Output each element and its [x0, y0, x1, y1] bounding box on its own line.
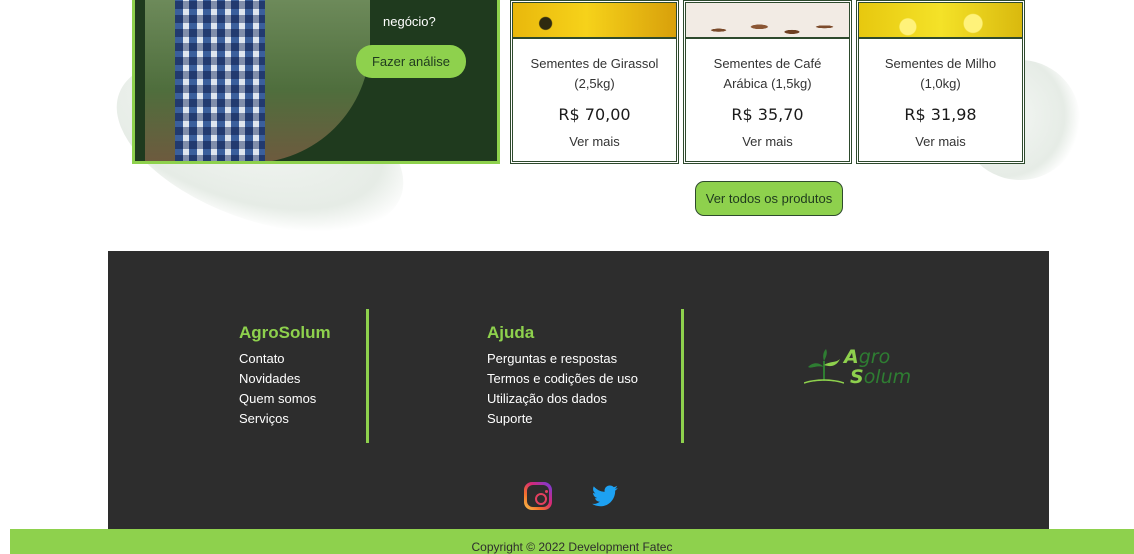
agrosolum-logo: Agro Solum	[804, 347, 934, 397]
footer-link-suporte[interactable]: Suporte	[487, 409, 638, 429]
product-price: R$ 35,70	[731, 105, 804, 124]
see-more-link[interactable]: Ver mais	[686, 134, 849, 149]
logo-initial-s: S	[850, 366, 864, 388]
view-all-products-button[interactable]: Ver todos os produtos	[695, 181, 843, 216]
coffee-image	[686, 3, 849, 39]
logo-text-gro: gro	[858, 346, 891, 368]
instagram-icon[interactable]	[524, 482, 552, 510]
see-more-link[interactable]: Ver mais	[513, 134, 676, 149]
sunflower-image	[513, 3, 676, 39]
product-card-corn: Sementes de Milho (1,0kg) R$ 31,98 Ver m…	[856, 0, 1025, 164]
twitter-icon[interactable]	[591, 482, 619, 510]
footer-link-contato[interactable]: Contato	[239, 349, 331, 369]
footer-column-ajuda: Ajuda Perguntas e respostas Termos e cod…	[487, 323, 638, 429]
footer-column-title: Ajuda	[487, 323, 535, 342]
footer-column-title: AgroSolum	[239, 323, 331, 342]
product-price: R$ 31,98	[904, 105, 977, 124]
product-card-sunflower: Sementes de Girassol (2,5kg) R$ 70,00 Ve…	[510, 0, 679, 164]
corn-image	[859, 3, 1022, 39]
copyright-text: Copyright © 2022 Development Fatec	[471, 540, 673, 554]
product-name: Sementes de Café Arábica (1,5kg)	[713, 56, 822, 91]
analysis-promo-banner: negócio? Fazer análise	[132, 0, 500, 164]
footer-link-quem-somos[interactable]: Quem somos	[239, 389, 331, 409]
farmer-figure	[175, 0, 265, 161]
footer-link-dados[interactable]: Utilização dos dados	[487, 389, 638, 409]
site-footer: AgroSolum Contato Novidades Quem somos S…	[108, 251, 1049, 530]
footer-link-faq[interactable]: Perguntas e respostas	[487, 349, 638, 369]
sprout-icon	[804, 349, 844, 384]
analysis-button[interactable]: Fazer análise	[356, 45, 466, 78]
product-name: Sementes de Girassol (2,5kg)	[530, 56, 659, 91]
see-more-link[interactable]: Ver mais	[859, 134, 1022, 149]
footer-divider	[681, 309, 684, 443]
logo-wordmark: Agro Solum	[844, 347, 911, 387]
footer-link-servicos[interactable]: Serviços	[239, 409, 331, 429]
copyright-bar: Copyright © 2022 Development Fatec	[10, 529, 1134, 554]
logo-initial-a: A	[844, 346, 859, 368]
promo-question-text: negócio?	[383, 14, 436, 29]
farmer-photo	[145, 0, 370, 161]
footer-column-agrosolum: AgroSolum Contato Novidades Quem somos S…	[239, 323, 331, 429]
footer-link-termos[interactable]: Termos e codições de uso	[487, 369, 638, 389]
product-name: Sementes de Milho (1,0kg)	[884, 56, 997, 91]
product-price: R$ 70,00	[558, 105, 631, 124]
logo-text-olum: olum	[863, 366, 912, 388]
product-card-coffee: Sementes de Café Arábica (1,5kg) R$ 35,7…	[683, 0, 852, 164]
footer-link-novidades[interactable]: Novidades	[239, 369, 331, 389]
footer-divider	[366, 309, 369, 443]
